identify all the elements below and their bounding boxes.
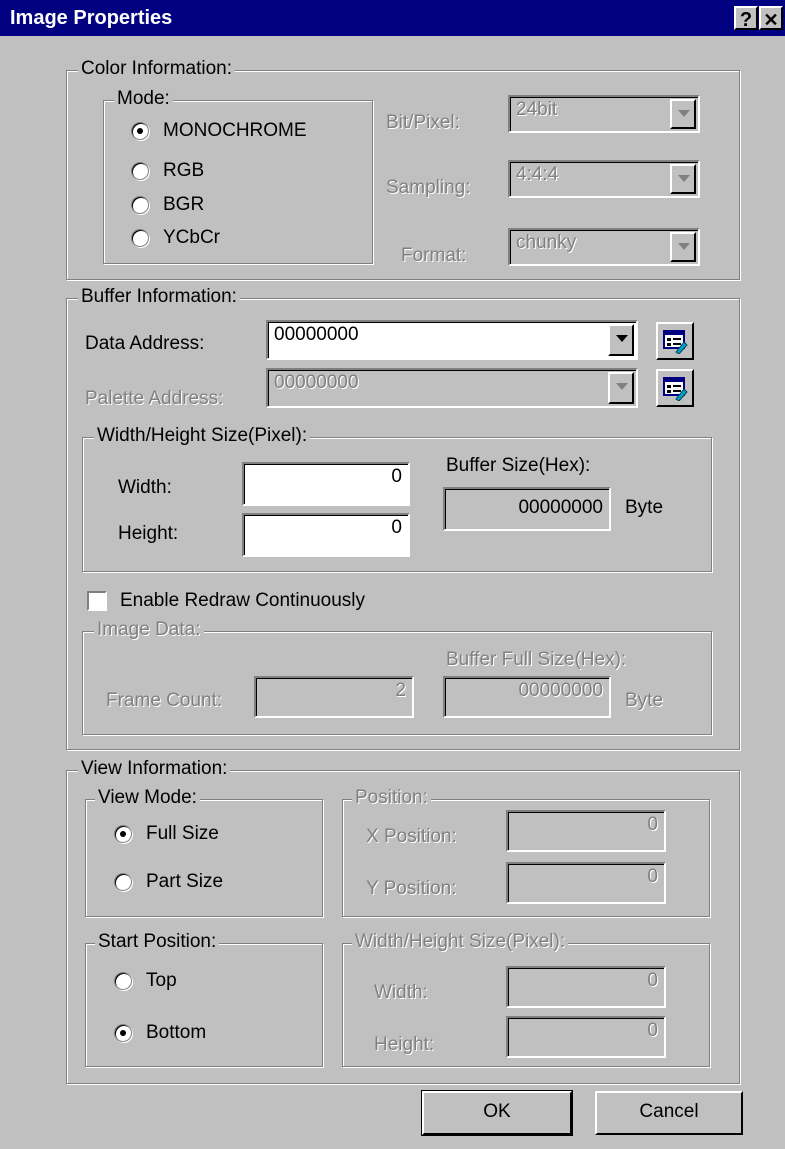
format-dropdown-icon[interactable]	[670, 232, 696, 262]
mode-ycbcr-radio[interactable]	[131, 229, 149, 247]
view-width-label: Width:	[374, 982, 428, 1003]
mode-ycbcr-label: YCbCr	[163, 227, 221, 248]
buffer-full-size-value: 00000000	[443, 676, 611, 718]
start-position-legend: Start Position:	[95, 931, 220, 953]
close-button[interactable]: ✕	[759, 6, 783, 30]
palette-address-dropdown-icon[interactable]	[608, 372, 634, 404]
x-position-label: X Position:	[366, 826, 457, 847]
sampling-label: Sampling:	[386, 177, 471, 198]
view-width-value: 0	[506, 966, 666, 1008]
buffer-size-label: Buffer Size(Hex):	[446, 455, 591, 476]
x-position-value: 0	[506, 810, 666, 852]
buffer-information-legend: Buffer Information:	[78, 286, 240, 308]
help-button[interactable]: ?	[734, 6, 758, 31]
enable-redraw-label: Enable Redraw Continuously	[120, 590, 366, 611]
sampling-dropdown-icon[interactable]	[670, 164, 696, 194]
mode-legend: Mode:	[114, 88, 173, 110]
buffer-size-legend: Width/Height Size(Pixel):	[94, 425, 311, 447]
bit-pixel-dropdown-icon[interactable]	[670, 99, 696, 129]
properties-tag-icon	[663, 330, 688, 354]
start-bottom-radio[interactable]	[114, 1024, 132, 1042]
view-size-legend: Width/Height Size(Pixel):	[352, 931, 569, 953]
window-title: Image Properties	[10, 7, 173, 29]
view-mode-full-size-label: Full Size	[146, 823, 219, 844]
y-position-value: 0	[506, 862, 666, 904]
view-height-label: Height:	[374, 1034, 435, 1055]
mode-monochrome-label: MONOCHROME	[163, 120, 307, 141]
mode-rgb-label: RGB	[163, 160, 205, 181]
bit-pixel-label: Bit/Pixel:	[386, 112, 460, 133]
start-top-radio[interactable]	[114, 972, 132, 990]
data-address-label: Data Address:	[85, 333, 205, 354]
mode-bgr-radio[interactable]	[131, 196, 149, 214]
view-mode-full-size-radio[interactable]	[114, 825, 132, 843]
ok-button[interactable]: OK	[421, 1090, 573, 1136]
color-information-legend: Color Information:	[78, 58, 236, 80]
properties-tag-icon	[663, 377, 688, 401]
position-legend: Position:	[352, 787, 431, 809]
view-mode-part-size-radio[interactable]	[114, 873, 132, 891]
mode-rgb-radio[interactable]	[131, 162, 149, 180]
view-mode-legend: View Mode:	[95, 787, 200, 809]
palette-address-pick-button[interactable]	[656, 369, 694, 407]
start-bottom-label: Bottom	[146, 1022, 207, 1043]
view-mode-part-size-label: Part Size	[146, 871, 224, 892]
view-height-value: 0	[506, 1016, 666, 1058]
cancel-button[interactable]: Cancel	[595, 1091, 743, 1135]
data-address-pick-button[interactable]	[656, 322, 694, 360]
start-top-label: Top	[146, 970, 177, 991]
buffer-size-unit: Byte	[625, 497, 664, 518]
mode-bgr-label: BGR	[163, 194, 205, 215]
start-position-group	[85, 943, 323, 1067]
buffer-full-size-unit: Byte	[625, 690, 664, 711]
width-label: Width:	[118, 477, 172, 498]
palette-address-label: Palette Address:	[85, 388, 224, 409]
mode-monochrome-radio[interactable]	[131, 122, 149, 140]
data-address-input[interactable]: 00000000	[266, 320, 638, 360]
buffer-full-size-label: Buffer Full Size(Hex):	[446, 649, 627, 670]
data-address-dropdown-icon[interactable]	[608, 324, 634, 356]
enable-redraw-checkbox[interactable]	[87, 591, 107, 611]
palette-address-input[interactable]: 00000000	[266, 368, 638, 408]
width-input[interactable]: 0	[242, 462, 410, 506]
buffer-size-value: 00000000	[443, 487, 611, 531]
frame-count-value: 2	[254, 676, 414, 718]
view-information-legend: View Information:	[78, 758, 231, 780]
frame-count-label: Frame Count:	[106, 690, 223, 711]
height-label: Height:	[118, 523, 179, 544]
view-mode-group	[85, 799, 323, 917]
image-data-legend: Image Data:	[94, 619, 204, 641]
height-input[interactable]: 0	[242, 513, 410, 557]
format-label: Format:	[401, 245, 467, 266]
y-position-label: Y Position:	[366, 878, 457, 899]
